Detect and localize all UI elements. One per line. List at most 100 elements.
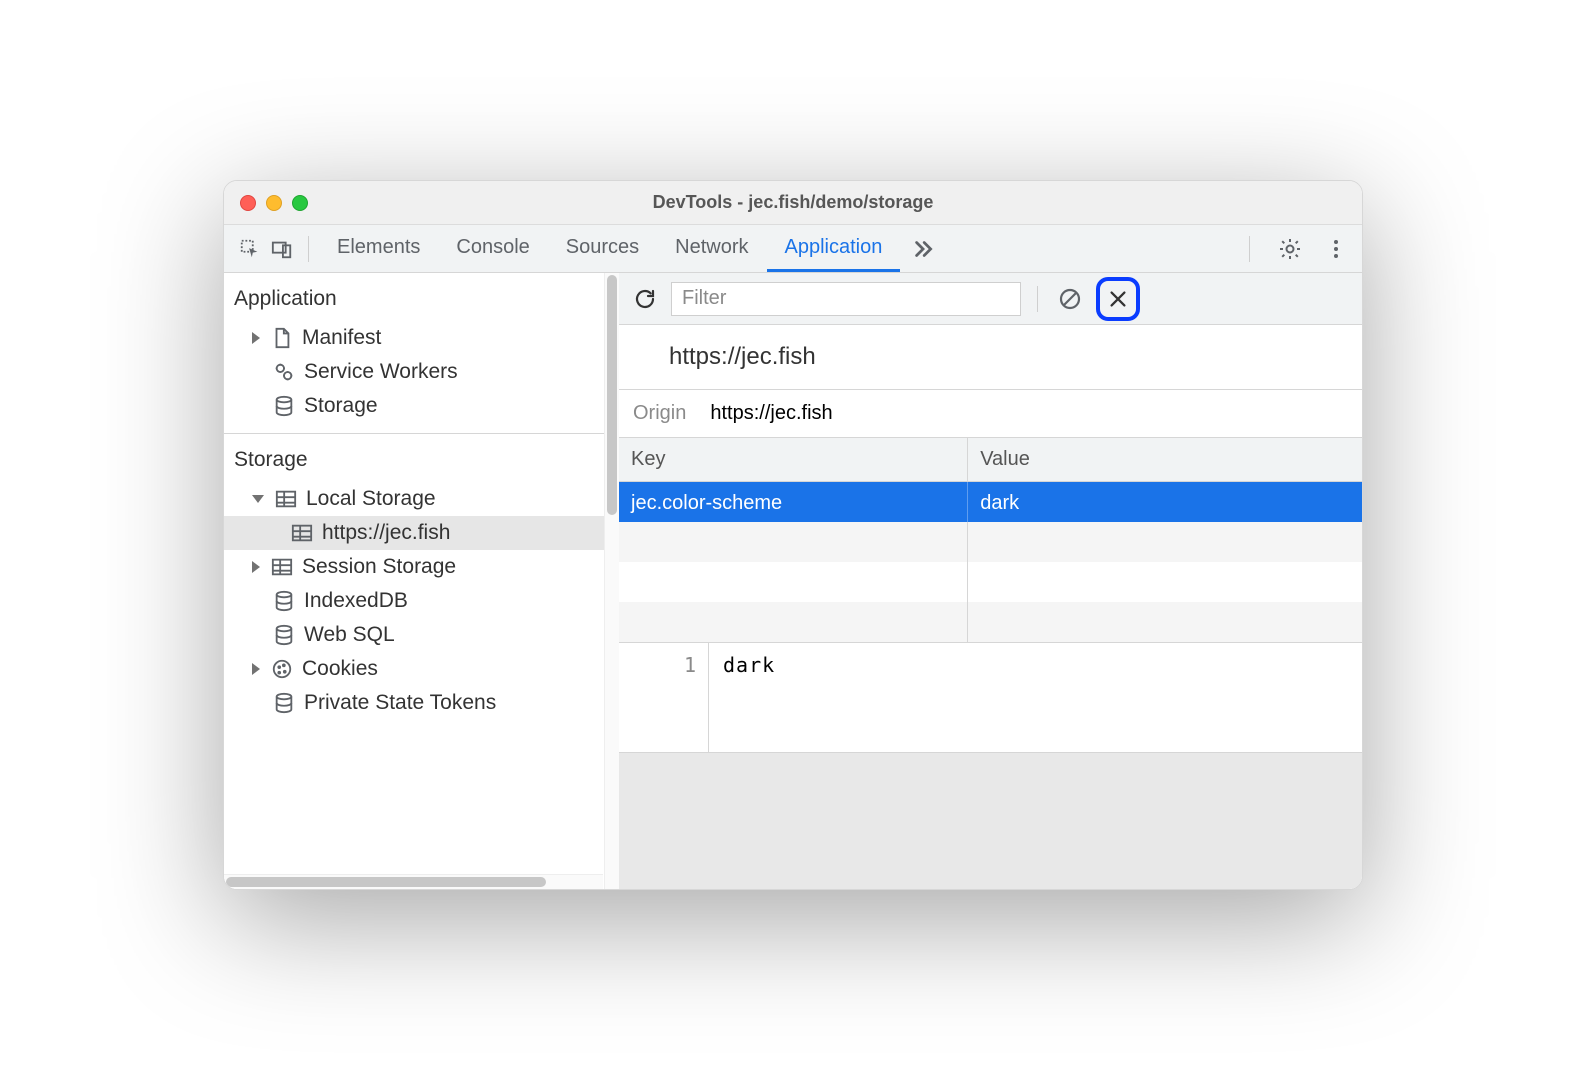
cell-key (619, 562, 968, 602)
sidebar-item-label: IndexedDB (304, 589, 408, 613)
application-sidebar: Application Manifest Service Workers (224, 273, 619, 889)
sidebar-item-label: Local Storage (306, 487, 436, 511)
sidebar-item-private-state-tokens[interactable]: Private State Tokens (224, 686, 618, 720)
storage-table-body: jec.color-scheme dark (619, 482, 1362, 643)
sidebar-item-label: Service Workers (304, 360, 458, 384)
sidebar-item-service-workers[interactable]: Service Workers (224, 355, 618, 389)
storage-table-header: Key Value (619, 438, 1362, 482)
cookie-icon (270, 657, 294, 681)
device-toolbar-icon[interactable] (266, 233, 298, 265)
cell-key (619, 522, 968, 562)
spacer (252, 630, 262, 640)
storage-toolbar (619, 273, 1362, 325)
origin-info-row: Origin https://jec.fish (619, 389, 1362, 438)
sidebar-item-label: Private State Tokens (304, 691, 496, 715)
sidebar-item-cookies[interactable]: Cookies (224, 652, 618, 686)
cell-value (968, 522, 1362, 562)
window-controls (240, 195, 308, 211)
minimize-window-button[interactable] (266, 195, 282, 211)
grid-icon (290, 521, 314, 545)
cell-key (619, 602, 968, 642)
spacer (252, 596, 262, 606)
separator (1249, 236, 1250, 262)
tab-sources[interactable]: Sources (548, 225, 657, 272)
sidebar-item-storage[interactable]: Storage (224, 389, 618, 423)
grid-icon (274, 487, 298, 511)
sidebar-item-label: Web SQL (304, 623, 395, 647)
column-header-value[interactable]: Value (968, 438, 1362, 481)
maximize-window-button[interactable] (292, 195, 308, 211)
origin-label: Origin (633, 402, 686, 425)
devtools-window: DevTools - jec.fish/demo/storage Element… (223, 180, 1363, 890)
more-tabs-icon[interactable] (906, 233, 938, 265)
sidebar-item-local-storage[interactable]: Local Storage (224, 482, 618, 516)
tab-label: Application (785, 236, 883, 259)
sidebar-item-label: Session Storage (302, 555, 456, 579)
sidebar-item-manifest[interactable]: Manifest (224, 321, 618, 355)
file-icon (270, 326, 294, 350)
cell-key: jec.color-scheme (619, 482, 968, 522)
cell-value: dark (968, 482, 1362, 522)
sidebar-section-storage: Storage (224, 434, 618, 482)
sidebar-item-websql[interactable]: Web SQL (224, 618, 618, 652)
clear-all-icon[interactable] (1054, 283, 1086, 315)
tab-elements[interactable]: Elements (319, 225, 438, 272)
sidebar-item-label: https://jec.fish (322, 521, 450, 545)
value-preview: 1 dark (619, 643, 1362, 753)
tab-label: Network (675, 236, 748, 259)
preview-line-number: 1 (619, 643, 709, 752)
tab-console[interactable]: Console (438, 225, 547, 272)
vertical-scrollbar[interactable] (604, 273, 619, 889)
spacer (252, 698, 262, 708)
tab-label: Elements (337, 236, 420, 259)
inspect-element-icon[interactable] (234, 233, 266, 265)
delete-selected-icon[interactable] (1096, 277, 1140, 321)
devtools-tabstrip: Elements Console Sources Network Applica… (224, 225, 1362, 273)
horizontal-scrollbar[interactable] (224, 874, 603, 889)
sidebar-item-indexeddb[interactable]: IndexedDB (224, 584, 618, 618)
sidebar-item-session-storage[interactable]: Session Storage (224, 550, 618, 584)
refresh-icon[interactable] (629, 283, 661, 315)
separator (1037, 286, 1038, 312)
sidebar-section-application: Application (224, 273, 618, 321)
sidebar-item-label: Manifest (302, 326, 381, 350)
preview-value: dark (709, 643, 789, 752)
sidebar-item-local-storage-origin[interactable]: https://jec.fish (224, 516, 618, 550)
tab-network[interactable]: Network (657, 225, 766, 272)
origin-value: https://jec.fish (710, 402, 832, 425)
settings-icon[interactable] (1274, 233, 1306, 265)
gears-icon (272, 360, 296, 384)
column-header-key[interactable]: Key (619, 438, 968, 481)
spacer (252, 401, 262, 411)
expand-arrow-icon (252, 561, 260, 573)
separator (308, 236, 309, 262)
tab-label: Console (456, 236, 529, 259)
database-icon (272, 394, 296, 418)
expand-arrow-icon (252, 663, 260, 675)
database-icon (272, 623, 296, 647)
table-row[interactable]: jec.color-scheme dark (619, 482, 1362, 522)
window-title: DevTools - jec.fish/demo/storage (224, 192, 1362, 213)
sidebar-item-label: Storage (304, 394, 378, 418)
tab-label: Sources (566, 236, 639, 259)
titlebar: DevTools - jec.fish/demo/storage (224, 181, 1362, 225)
table-row[interactable] (619, 602, 1362, 642)
expand-arrow-icon (252, 332, 260, 344)
cell-value (968, 562, 1362, 602)
kebab-menu-icon[interactable] (1320, 233, 1352, 265)
database-icon (272, 589, 296, 613)
tab-application[interactable]: Application (767, 225, 901, 272)
storage-main-panel: https://jec.fish Origin https://jec.fish… (619, 273, 1362, 889)
filter-input[interactable] (671, 282, 1021, 316)
grid-icon (270, 555, 294, 579)
storage-origin-header: https://jec.fish (619, 325, 1362, 389)
sidebar-item-label: Cookies (302, 657, 378, 681)
empty-area (619, 753, 1362, 889)
table-row[interactable] (619, 522, 1362, 562)
collapse-arrow-icon (252, 495, 264, 503)
close-window-button[interactable] (240, 195, 256, 211)
spacer (252, 367, 262, 377)
database-icon (272, 691, 296, 715)
table-row[interactable] (619, 562, 1362, 602)
cell-value (968, 602, 1362, 642)
